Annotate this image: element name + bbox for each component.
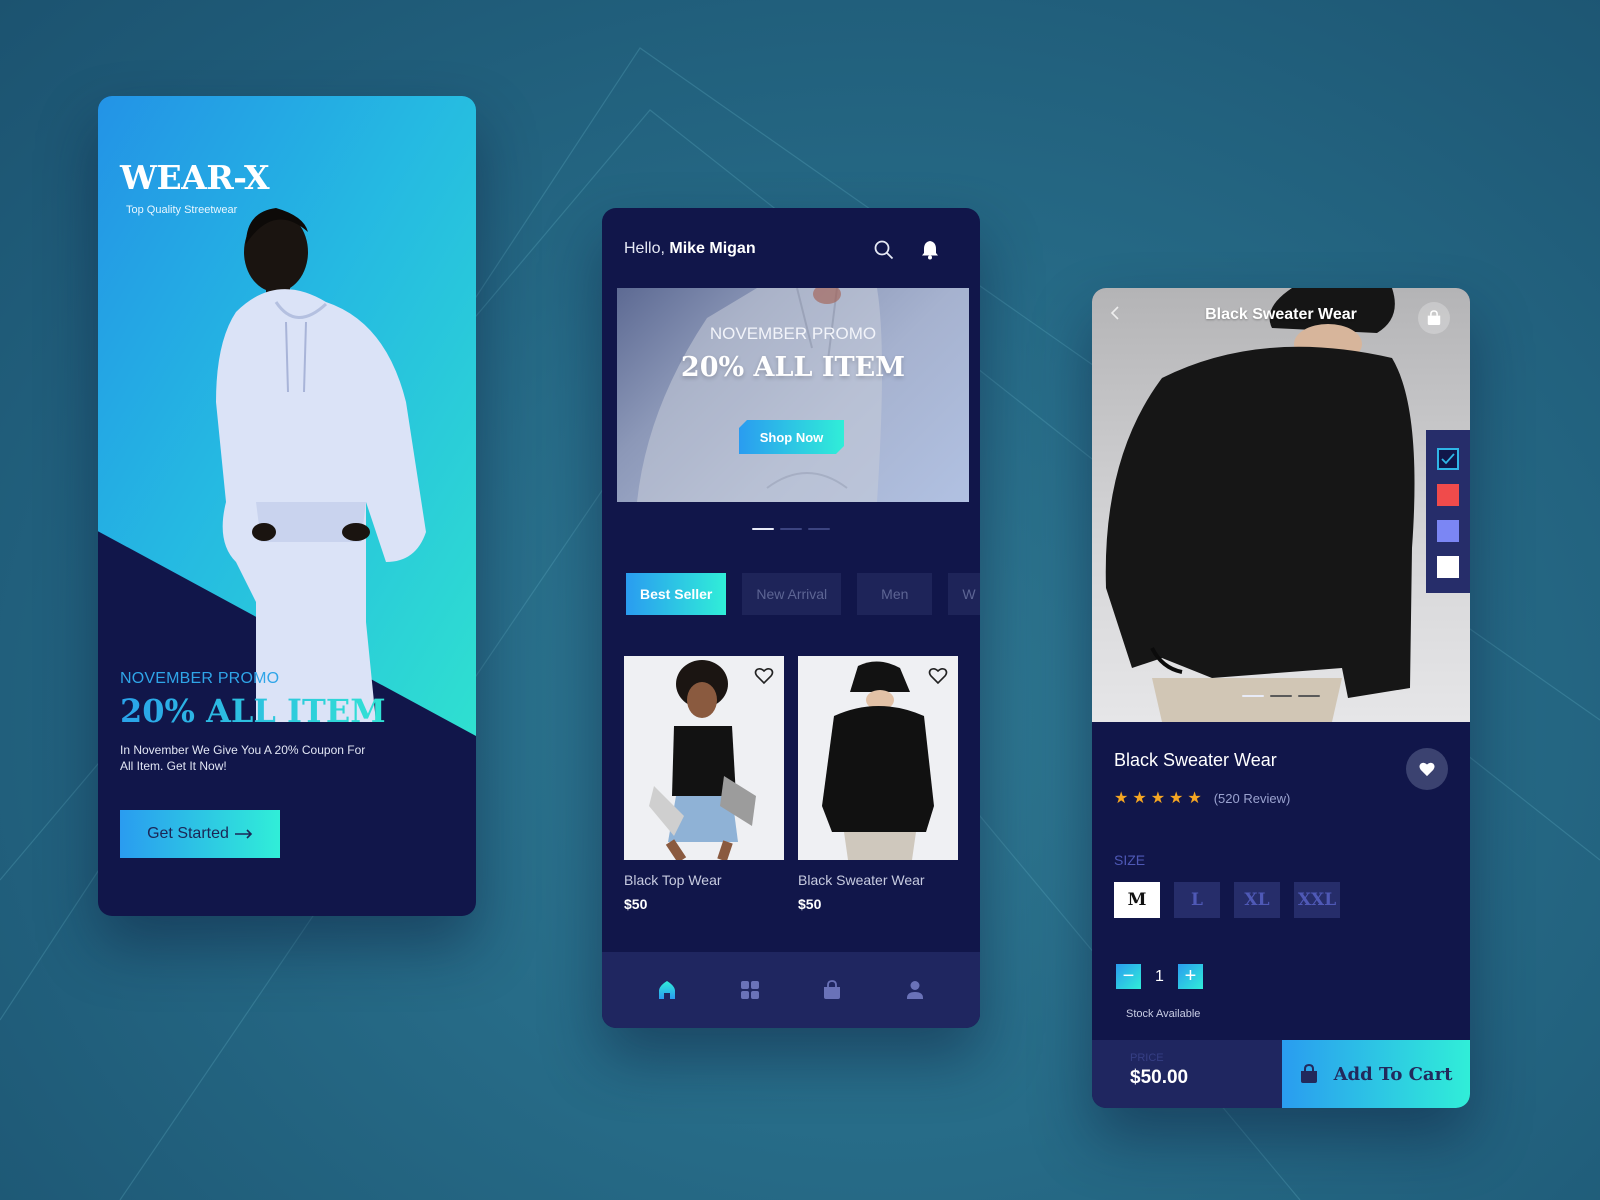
color-swatch-white[interactable] (1437, 556, 1459, 578)
pagination-dot[interactable] (1298, 695, 1320, 697)
tab-best-seller[interactable]: Best Seller (626, 573, 727, 615)
favorite-button[interactable] (1406, 748, 1448, 790)
pagination-dot[interactable] (752, 528, 774, 530)
tab-new-arrival[interactable]: New Arrival (742, 573, 842, 615)
add-to-cart-label: Add To Cart (1333, 1063, 1453, 1085)
nav-categories[interactable] (734, 974, 766, 1006)
nav-home[interactable] (651, 974, 683, 1006)
product-list: Black Top Wear $50 Black Sweater Wear $5… (624, 656, 958, 912)
rating: ★ ★ ★ ★ ★ (520 Review) (1114, 788, 1290, 808)
banner-pagination (752, 528, 830, 530)
banner-label: NOVEMBER PROMO (709, 324, 877, 343)
color-swatch-navy[interactable] (1437, 448, 1459, 470)
category-tabs: Best Seller New Arrival Men W (626, 573, 980, 615)
splash-screen: WEAR-X Top Quality Streetwear NOVEMBER P… (98, 96, 476, 916)
bell-icon (922, 241, 938, 260)
heart-icon (1419, 762, 1435, 777)
product-card[interactable]: Black Sweater Wear $50 (798, 656, 958, 912)
product-image (624, 656, 784, 860)
increase-quantity-button[interactable]: + (1177, 964, 1203, 989)
search-button[interactable] (872, 238, 896, 262)
greeting: Hello, Mike Migan (624, 240, 756, 258)
banner-hoodie-image (637, 288, 882, 502)
price-box: PRICE $50.00 (1092, 1040, 1282, 1108)
star-icon: ★ (1187, 790, 1202, 807)
shop-now-button[interactable]: Shop Now (739, 420, 844, 454)
arrow-right-icon (234, 829, 253, 839)
shopping-bag-icon (1427, 310, 1441, 325)
product-detail-screen: Black Sweater Wear Black Sweater Wear ★ … (1092, 288, 1470, 1108)
price-value: $50.00 (1130, 1067, 1189, 1088)
notifications-button[interactable] (918, 238, 942, 262)
model-hoodie-image (216, 208, 426, 722)
check-icon (1441, 453, 1455, 465)
stock-status: Stock Available (1126, 1008, 1201, 1020)
pagination-dot[interactable] (1242, 695, 1264, 697)
promo-label: NOVEMBER PROMO (120, 670, 280, 687)
color-swatch-red[interactable] (1437, 484, 1459, 506)
quantity-stepper: − 1 + (1116, 964, 1203, 989)
size-option-m[interactable]: M (1114, 882, 1160, 918)
tab-women[interactable]: W (948, 573, 980, 615)
price-label: PRICE (1130, 1052, 1164, 1064)
star-icon: ★ (1169, 790, 1184, 807)
brand-tagline: Top Quality Streetwear (126, 204, 238, 216)
product-card[interactable]: Black Top Wear $50 (624, 656, 784, 912)
product-name: Black Sweater Wear (798, 872, 925, 888)
quantity-value: 1 (1155, 967, 1164, 985)
greeting-prefix: Hello, (624, 240, 670, 257)
search-icon (874, 240, 894, 260)
size-selector: M L XL XXL (1114, 882, 1340, 918)
product-image (798, 656, 958, 860)
grid-icon (740, 981, 759, 999)
favorite-icon[interactable] (928, 666, 948, 686)
brand-logo: WEAR-X (120, 158, 270, 197)
product-price: $50 (624, 896, 648, 912)
nav-profile[interactable] (899, 974, 931, 1006)
home-screen: Hello, Mike Migan NOVEMBER PROMO 20% ALL… (602, 208, 980, 1028)
pagination-dot[interactable] (808, 528, 830, 530)
add-to-cart-button[interactable]: Add To Cart (1282, 1040, 1470, 1108)
model-top-image (649, 660, 756, 860)
favorite-icon[interactable] (754, 666, 774, 686)
get-started-label: Get Started (147, 825, 229, 842)
review-count[interactable]: (520 Review) (1214, 791, 1291, 806)
home-icon (659, 981, 676, 999)
size-option-xl[interactable]: XL (1234, 882, 1280, 918)
cart-button[interactable] (1418, 302, 1450, 334)
shopping-bag-icon (824, 980, 841, 999)
pagination-dot[interactable] (780, 528, 802, 530)
decrease-quantity-button[interactable]: − (1116, 964, 1141, 989)
size-option-l[interactable]: L (1174, 882, 1220, 918)
promo-banner[interactable]: NOVEMBER PROMO 20% ALL ITEM Shop Now (617, 288, 969, 502)
product-name: Black Top Wear (624, 872, 722, 888)
shopping-bag-icon (1300, 1064, 1317, 1083)
user-icon (906, 981, 923, 999)
star-icon: ★ (1132, 790, 1147, 807)
size-option-xxl[interactable]: XXL (1294, 882, 1340, 918)
star-icon: ★ (1150, 790, 1166, 807)
product-price: $50 (798, 896, 822, 912)
promo-title: 20% ALL ITEM (120, 692, 386, 730)
color-swatch-lavender[interactable] (1437, 520, 1459, 542)
get-started-button[interactable]: Get Started (120, 810, 280, 858)
model-sweater-large-image (1105, 288, 1415, 722)
model-sweater-image (822, 661, 934, 860)
tab-men[interactable]: Men (857, 573, 933, 615)
size-label: SIZE (1114, 852, 1146, 868)
promo-description: In November We Give You A 20% Coupon For… (120, 743, 366, 773)
banner-title: 20% ALL ITEM (680, 352, 906, 383)
product-gallery[interactable]: Black Sweater Wear (1092, 288, 1470, 722)
nav-cart[interactable] (816, 974, 848, 1006)
gallery-pagination (1242, 695, 1320, 697)
product-name: Black Sweater Wear (1114, 750, 1277, 770)
star-icon: ★ (1114, 790, 1129, 807)
detail-header-title: Black Sweater Wear (1205, 306, 1357, 323)
bottom-navigation (602, 952, 980, 1028)
user-name: Mike Migan (669, 240, 756, 257)
color-picker (1426, 430, 1470, 593)
pagination-dot[interactable] (1270, 695, 1292, 697)
